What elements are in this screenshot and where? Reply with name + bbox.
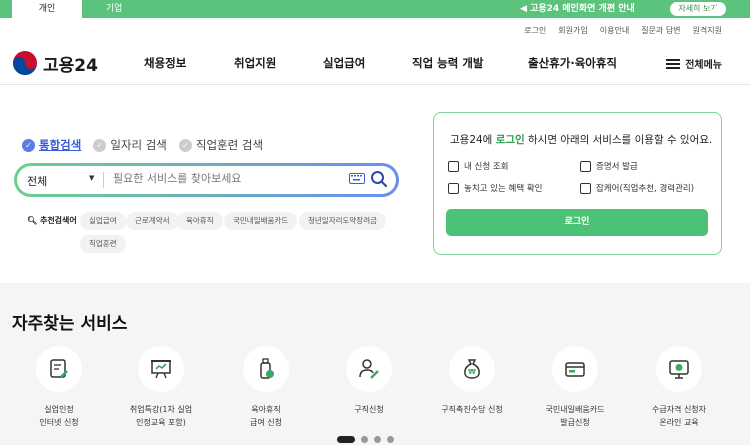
- pagination-dot[interactable]: [337, 436, 355, 443]
- main-nav: 채용정보 취업지원 실업급여 직업 능력 개발 출산휴가·육아휴직: [0, 55, 750, 75]
- title-login-link[interactable]: 로그인: [496, 134, 525, 146]
- service-jobcare[interactable]: 잡케어(직업추천, 경력관리): [580, 182, 694, 194]
- reco-label-text: 추천검색어: [39, 216, 77, 225]
- frequent-item-label: 취업특강(1차 실업 인정교육 포함): [129, 405, 193, 427]
- lecture-board-icon: [138, 346, 184, 392]
- service-label: 증명서 발급: [596, 162, 638, 172]
- keyboard-icon[interactable]: [349, 173, 365, 184]
- keyword-chip[interactable]: 청년일자리도약장려금: [299, 212, 386, 230]
- frequent-services-title: 자주찾는 서비스: [12, 314, 128, 334]
- title-post: 하시면 아래의 서비스를 이용할 수 있어요.: [524, 134, 713, 146]
- tab-business[interactable]: 기업: [82, 0, 146, 18]
- frequent-item-label: 수급자격 신청자 온라인 교육: [651, 405, 707, 427]
- search-icon[interactable]: [370, 170, 388, 188]
- pagination-dot[interactable]: [374, 436, 381, 443]
- search-tab-label: 직업훈련 검색: [195, 138, 264, 152]
- check-icon: ✓: [22, 138, 35, 152]
- keyword-chip[interactable]: 국민내일배움카드: [224, 212, 298, 230]
- search-scope-select[interactable]: 전체: [27, 173, 47, 189]
- pagination-dot[interactable]: [361, 436, 368, 443]
- utility-links: 로그인 회원가입 이용안내 질문과 답변 원격지원: [524, 25, 722, 36]
- recommended-keywords-label: 🔍︎ 추천검색어: [27, 215, 77, 226]
- svg-text:₩: ₩: [468, 368, 476, 376]
- tab-personal[interactable]: 개인: [12, 0, 82, 18]
- caret-down-icon[interactable]: ▼: [89, 174, 94, 182]
- frequent-item-label: 국민내일배움카드 발급신청: [545, 405, 605, 427]
- frequent-item-job-application[interactable]: 구직신청: [324, 346, 414, 416]
- frequent-item-employment-lecture[interactable]: 취업특강(1차 실업 인정교육 포함): [116, 346, 206, 429]
- baby-bottle-icon: [243, 346, 289, 392]
- divider: [103, 172, 104, 188]
- frequent-item-label: 구직촉진수당 신청: [441, 405, 503, 414]
- util-qna-link[interactable]: 질문과 답변: [641, 25, 680, 36]
- jobcare-icon: [580, 182, 591, 194]
- frequent-item-label: 실업인정 인터넷 신청: [39, 405, 79, 427]
- megaphone-icon: ◀: [520, 4, 527, 14]
- hamburger-icon: [666, 58, 681, 69]
- util-signup-link[interactable]: 회원가입: [558, 25, 587, 36]
- search-tab-jobs[interactable]: ✓ 일자리 검색: [93, 137, 167, 153]
- nav-employment-support[interactable]: 취업지원: [234, 55, 276, 71]
- person-pen-icon: [346, 346, 392, 392]
- divider: [0, 84, 750, 85]
- util-login-link[interactable]: 로그인: [524, 25, 546, 36]
- money-bag-icon: ₩: [449, 346, 495, 392]
- util-guide-link[interactable]: 이용안내: [600, 25, 629, 36]
- frequent-item-label: 육아휴직 급여 신청: [250, 405, 282, 427]
- service-my-applications[interactable]: 내 신청 조회: [448, 160, 509, 172]
- search-box: 전체 ▼: [14, 163, 399, 197]
- keyword-chip[interactable]: 근로계약서: [126, 212, 179, 230]
- search-input[interactable]: [113, 172, 333, 185]
- keyword-chip[interactable]: 육아휴직: [177, 212, 223, 230]
- search-icon: 🔍︎: [27, 216, 38, 225]
- frequent-item-online-education[interactable]: 수급자격 신청자 온라인 교육: [634, 346, 724, 429]
- list-icon: [448, 160, 459, 172]
- document-pen-icon: [36, 346, 82, 392]
- util-remote-link[interactable]: 원격지원: [693, 25, 722, 36]
- frequent-item-unemployment-recognition[interactable]: 실업인정 인터넷 신청: [14, 346, 104, 429]
- certificate-icon: [580, 160, 591, 172]
- card-icon: [552, 346, 598, 392]
- search-tab-label: 일자리 검색: [110, 138, 167, 152]
- nav-vocational-training[interactable]: 직업 능력 개발: [412, 55, 484, 71]
- frequent-item-label: 구직신청: [354, 405, 384, 414]
- service-certificate[interactable]: 증명서 발급: [580, 160, 638, 172]
- monitor-play-icon: [656, 346, 702, 392]
- notice-text[interactable]: ◀ 고용24 메인화면 개편 안내: [520, 0, 635, 18]
- keyword-chip[interactable]: 직업훈련: [80, 235, 126, 253]
- notice-label: 고용24 메인화면 개편 안내: [530, 4, 635, 14]
- login-box: 고용24에 로그인 하시면 아래의 서비스를 이용할 수 있어요. 내 신청 조…: [433, 112, 722, 255]
- nav-jobs[interactable]: 채용정보: [144, 55, 186, 71]
- frequent-item-job-promotion-allowance[interactable]: ₩ 구직촉진수당 신청: [427, 346, 517, 416]
- pagination-dot[interactable]: [387, 436, 394, 443]
- service-label: 잡케어(직업추천, 경력관리): [596, 184, 695, 194]
- frequent-item-parental-leave-benefit[interactable]: 육아휴직 급여 신청: [221, 346, 311, 429]
- search-tab-integrated[interactable]: ✓ 통합검색: [22, 137, 81, 153]
- keyword-chip[interactable]: 실업급여: [80, 212, 126, 230]
- nav-parental-leave[interactable]: 출산휴가·육아휴직: [528, 55, 617, 71]
- check-icon: ✓: [93, 138, 107, 152]
- search-tab-training[interactable]: ✓ 직업훈련 검색: [178, 137, 264, 153]
- search-tab-label: 통합검색: [39, 138, 82, 152]
- pause-icon[interactable]: ❚❚: [707, 2, 721, 16]
- title-pre: 고용24에: [450, 134, 496, 146]
- service-label: 놓치고 있는 혜택 확인: [464, 184, 543, 194]
- carousel-pagination: [337, 436, 394, 443]
- search-tabs: ✓ 통합검색 ✓ 일자리 검색 ✓ 직업훈련 검색: [22, 137, 263, 153]
- nav-unemployment-benefit[interactable]: 실업급여: [323, 55, 365, 71]
- service-benefits-check[interactable]: 놓치고 있는 혜택 확인: [448, 182, 543, 194]
- all-menu-button[interactable]: 전체메뉴: [666, 56, 722, 71]
- document-search-icon: [448, 182, 459, 194]
- all-menu-label: 전체메뉴: [685, 60, 722, 71]
- service-label: 내 신청 조회: [464, 162, 509, 172]
- login-button[interactable]: 로그인: [446, 209, 708, 236]
- frequent-item-learning-card[interactable]: 국민내일배움카드 발급신청: [530, 346, 620, 429]
- login-box-title: 고용24에 로그인 하시면 아래의 서비스를 이용할 수 있어요.: [450, 132, 712, 147]
- check-icon: ✓: [178, 138, 192, 152]
